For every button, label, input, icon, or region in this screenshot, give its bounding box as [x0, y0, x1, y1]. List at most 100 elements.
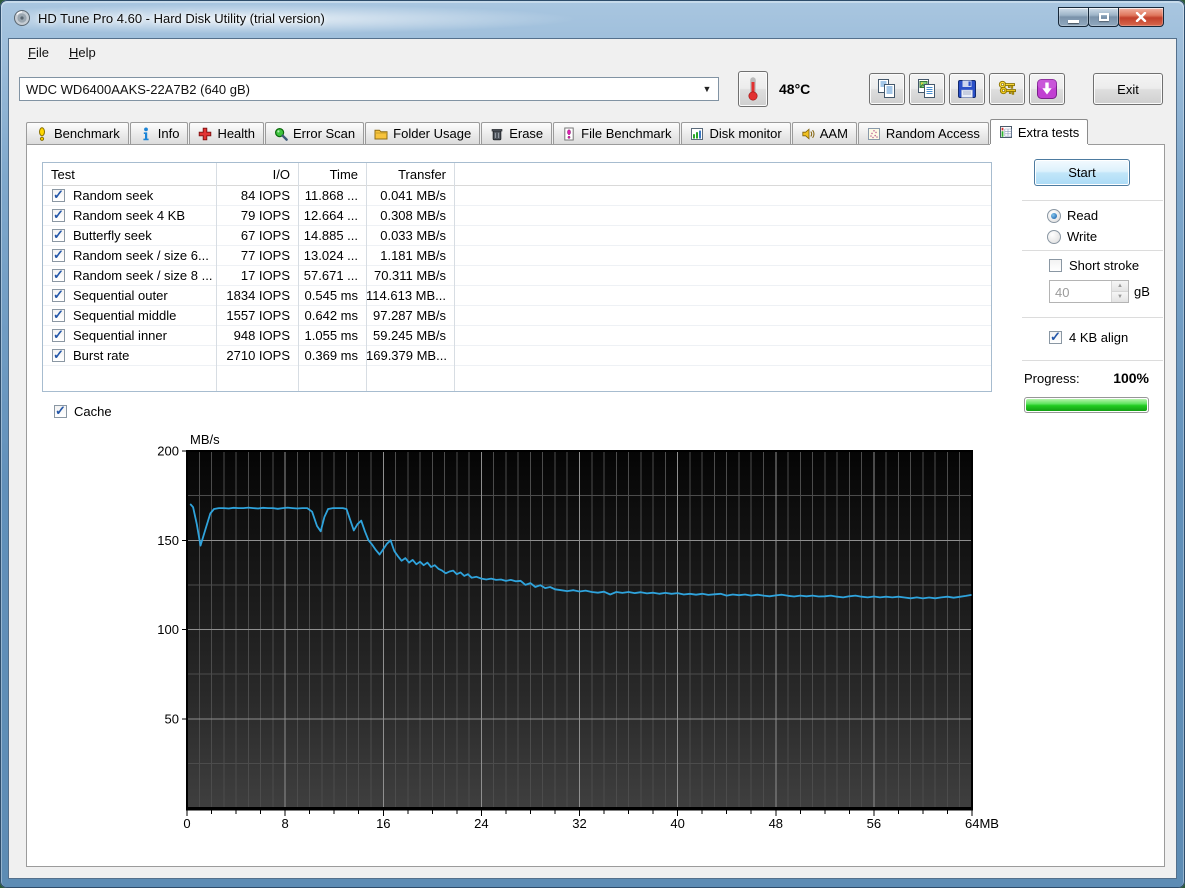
radio-icon	[1047, 209, 1061, 223]
copy-image-icon	[916, 78, 938, 100]
extra-tests-page: TestI/OTimeTransfer✓Random seek84 IOPS11…	[26, 144, 1165, 867]
io-cell: 2710 IOPS	[216, 348, 298, 363]
table-row[interactable]: ✓Butterfly seek67 IOPS14.885 ...0.033 MB…	[43, 226, 991, 246]
row-checkbox[interactable]: ✓	[52, 329, 65, 342]
copy-image-button[interactable]	[909, 73, 945, 105]
time-cell: 11.868 ...	[298, 188, 366, 203]
read-radio[interactable]: Read	[1047, 208, 1098, 223]
table-row[interactable]: ✓Random seek / size 8 ...17 IOPS57.671 .…	[43, 266, 991, 286]
minimize-button[interactable]	[1058, 7, 1089, 27]
tab-label: Error Scan	[293, 126, 355, 141]
cache-checkbox[interactable]: ✓ Cache	[54, 404, 112, 419]
row-checkbox[interactable]: ✓	[52, 209, 65, 222]
progress-fill	[1026, 399, 1147, 411]
check-icon: ✓	[53, 248, 64, 261]
close-button[interactable]	[1118, 7, 1164, 27]
tab-info[interactable]: Info	[130, 122, 189, 144]
tab-label: Health	[217, 126, 255, 141]
tab-error-scan[interactable]: Error Scan	[265, 122, 364, 144]
transfer-cell: 0.308 MB/s	[366, 208, 454, 223]
download-icon	[1036, 78, 1058, 100]
short-stroke-checkbox[interactable]: ✓ Short stroke	[1049, 258, 1139, 273]
progress-bar	[1024, 397, 1149, 413]
temperature-button[interactable]	[738, 71, 768, 107]
maximize-button[interactable]	[1088, 7, 1119, 27]
svg-text:0: 0	[183, 816, 190, 831]
write-radio[interactable]: Write	[1047, 229, 1097, 244]
time-cell: 12.664 ...	[298, 208, 366, 223]
window-controls	[1059, 7, 1164, 27]
row-checkbox[interactable]: ✓	[52, 309, 65, 322]
tab-erase[interactable]: Erase	[481, 122, 552, 144]
table-row[interactable]: ✓Burst rate2710 IOPS0.369 ms169.379 MB..…	[43, 346, 991, 366]
close-icon	[1135, 12, 1147, 22]
titlebar[interactable]: HD Tune Pro 4.60 - Hard Disk Utility (tr…	[0, 0, 1185, 38]
test-cell: ✓Random seek	[43, 188, 216, 203]
transfer-cell: 97.287 MB/s	[366, 308, 454, 323]
test-name: Butterfly seek	[73, 228, 152, 243]
table-row[interactable]: ✓Sequential middle1557 IOPS0.642 ms97.28…	[43, 306, 991, 326]
exit-button[interactable]: Exit	[1093, 73, 1163, 105]
tab-benchmark[interactable]: Benchmark	[26, 122, 129, 144]
row-checkbox[interactable]: ✓	[52, 189, 65, 202]
time-cell: 0.642 ms	[298, 308, 366, 323]
tab-extra-tests[interactable]: Extra tests	[990, 119, 1088, 144]
table-row[interactable]: ✓Random seek / size 6...77 IOPS13.024 ..…	[43, 246, 991, 266]
tab-disk-monitor[interactable]: Disk monitor	[681, 122, 790, 144]
drive-select[interactable]: WDC WD6400AAKS-22A7B2 (640 gB) ▼	[19, 77, 719, 101]
table-row[interactable]: ✓Random seek84 IOPS11.868 ...0.041 MB/s	[43, 186, 991, 206]
svg-text:40: 40	[670, 816, 684, 831]
test-cell: ✓Random seek 4 KB	[43, 208, 216, 223]
tab-folder-usage[interactable]: Folder Usage	[365, 122, 480, 144]
chart-canvas: 501001502000816243240485664MBMB/s	[132, 427, 1022, 859]
test-cell: ✓Sequential outer	[43, 288, 216, 303]
io-cell: 948 IOPS	[216, 328, 298, 343]
4kb-align-label: 4 KB align	[1069, 330, 1128, 345]
test-cell: ✓Random seek / size 6...	[43, 248, 216, 263]
row-checkbox[interactable]: ✓	[52, 269, 65, 282]
keys-icon	[996, 78, 1018, 100]
row-checkbox[interactable]: ✓	[52, 349, 65, 362]
short-stroke-size-input[interactable]: 40 ▲ ▼	[1049, 280, 1129, 303]
info-icon	[139, 127, 153, 141]
menu-help[interactable]: Help	[59, 41, 106, 64]
4kb-align-checkbox[interactable]: ✓ 4 KB align	[1049, 330, 1128, 345]
erase-icon	[490, 127, 504, 141]
check-icon: ✓	[53, 308, 64, 321]
results-table: TestI/OTimeTransfer✓Random seek84 IOPS11…	[42, 162, 992, 392]
step-down-icon[interactable]: ▼	[1112, 292, 1128, 302]
tab-aam[interactable]: AAM	[792, 122, 857, 144]
test-name: Sequential middle	[73, 308, 176, 323]
transfer-cell: 70.311 MB/s	[366, 268, 454, 283]
file-benchmark-icon	[562, 127, 576, 141]
save-icon	[956, 78, 978, 100]
tab-label: Disk monitor	[709, 126, 781, 141]
extra-tests-icon	[999, 125, 1013, 139]
svg-text:24: 24	[474, 816, 488, 831]
menubar: FileHelp	[9, 39, 1176, 65]
io-cell: 79 IOPS	[216, 208, 298, 223]
tab-label: Random Access	[886, 126, 980, 141]
start-button[interactable]: Start	[1034, 159, 1130, 186]
maximize-icon	[1099, 13, 1109, 21]
read-label: Read	[1067, 208, 1098, 223]
svg-text:100: 100	[157, 622, 179, 637]
keys-button[interactable]	[989, 73, 1025, 105]
row-checkbox[interactable]: ✓	[52, 249, 65, 262]
table-row[interactable]: ✓Random seek 4 KB79 IOPS12.664 ...0.308 …	[43, 206, 991, 226]
tab-health[interactable]: Health	[189, 122, 264, 144]
menu-file[interactable]: File	[18, 41, 59, 64]
table-row[interactable]: ✓Sequential inner948 IOPS1.055 ms59.245 …	[43, 326, 991, 346]
download-button[interactable]	[1029, 73, 1065, 105]
tab-random-access[interactable]: Random Access	[858, 122, 989, 144]
short-stroke-label: Short stroke	[1069, 258, 1139, 273]
drive-select-value: WDC WD6400AAKS-22A7B2 (640 gB)	[20, 82, 696, 97]
copy-text-button[interactable]	[869, 73, 905, 105]
row-checkbox[interactable]: ✓	[52, 229, 65, 242]
save-button[interactable]	[949, 73, 985, 105]
step-up-icon[interactable]: ▲	[1112, 281, 1128, 292]
tab-file-benchmark[interactable]: File Benchmark	[553, 122, 680, 144]
table-row[interactable]: ✓Sequential outer1834 IOPS0.545 ms114.61…	[43, 286, 991, 306]
row-checkbox[interactable]: ✓	[52, 289, 65, 302]
checkbox-icon: ✓	[54, 405, 67, 418]
